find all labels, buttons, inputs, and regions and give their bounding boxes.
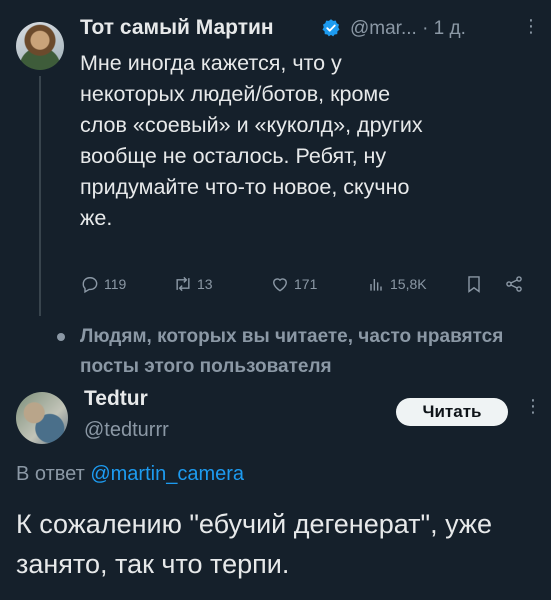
post-time[interactable]: · 1 д. (422, 18, 466, 39)
bookmark-icon (468, 276, 480, 293)
thread-line (39, 76, 41, 316)
social-context: Людям, которых вы читаете, часто нравятс… (80, 326, 504, 377)
retweet-icon (176, 276, 190, 292)
tweet-text: Мне иногда кажется, что у некоторых люде… (80, 51, 423, 230)
handle-text: @mar... (350, 18, 417, 39)
reply-count: 119 (104, 276, 127, 292)
reply-to-prefix: В ответ (16, 463, 85, 485)
reply-author-name[interactable]: Tedtur (84, 387, 148, 411)
reply-text: К сожалению "ебучий дегенерат", уже заня… (16, 509, 492, 579)
reply-to-line: В ответ @martin_camera (16, 463, 244, 486)
reply-to-mention-link[interactable]: @martin_camera (90, 463, 244, 485)
heart-icon (273, 278, 287, 292)
bookmark-action[interactable] (464, 270, 484, 298)
author-handle[interactable]: @mar... · 1 д. (350, 18, 466, 40)
reply-action[interactable]: 119 (80, 270, 126, 298)
context-dot-icon (57, 333, 65, 341)
tweet-actions: 119 13 171 15,8K (80, 270, 540, 298)
retweet-count: 13 (197, 276, 213, 292)
more-options-icon[interactable]: ⋮ (522, 16, 540, 37)
author-name[interactable]: Тот самый Мартин (80, 16, 274, 40)
share-icon (506, 276, 522, 292)
share-action[interactable] (504, 270, 524, 298)
views-action[interactable]: 15,8K (366, 270, 427, 298)
like-action[interactable]: 171 (270, 270, 317, 298)
retweet-action[interactable]: 13 (173, 270, 213, 298)
author-avatar[interactable] (16, 22, 64, 70)
views-bar-chart-icon (370, 279, 382, 291)
reply-author-handle[interactable]: @tedturrr (84, 419, 169, 442)
views-count: 15,8K (390, 276, 427, 292)
like-count: 171 (294, 276, 318, 292)
verified-badge-icon (322, 19, 340, 37)
follow-button[interactable]: Читать (396, 398, 508, 426)
reply-author-avatar[interactable] (16, 392, 68, 444)
reply-icon (82, 277, 98, 294)
reply-more-options-icon[interactable]: ⋮ (524, 396, 542, 417)
